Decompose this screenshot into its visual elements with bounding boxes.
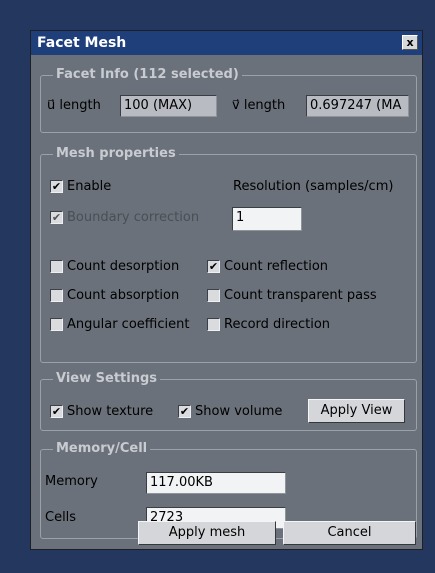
u-length-label: u⃗ length	[47, 98, 101, 113]
apply-view-button[interactable]: Apply View	[308, 399, 405, 423]
count-absorption-label: Count absorption	[67, 288, 180, 303]
angular-coefficient-checkbox[interactable]: Angular coefficient	[50, 317, 189, 332]
resolution-label: Resolution (samples/cm)	[233, 179, 394, 194]
count-desorption-box	[50, 260, 63, 273]
show-volume-checkbox[interactable]: ✔ Show volume	[178, 404, 282, 419]
mesh-properties-group: Mesh properties ✔ Enable Resolution (sam…	[40, 145, 417, 363]
count-transparent-label: Count transparent pass	[224, 288, 377, 303]
show-texture-checkmark: ✔	[50, 405, 63, 418]
enable-label: Enable	[67, 179, 112, 194]
view-settings-group: View Settings ✔ Show texture ✔ Show volu…	[40, 370, 417, 431]
angular-coefficient-label: Angular coefficient	[67, 317, 190, 332]
boundary-correction-checkbox[interactable]: ✔ Boundary correction	[50, 210, 199, 225]
title-bar[interactable]: Facet Mesh x	[31, 31, 422, 55]
enable-checkbox[interactable]: ✔ Enable	[50, 179, 111, 194]
v-length-field[interactable]: 0.697247 (MA	[306, 95, 409, 117]
view-settings-title: View Settings	[53, 370, 161, 388]
facet-info-title: Facet Info (112 selected)	[53, 66, 242, 84]
count-reflection-checkmark: ✔	[207, 260, 220, 273]
memory-field[interactable]: 117.00KB	[146, 472, 286, 494]
count-reflection-label: Count reflection	[224, 259, 329, 274]
count-transparent-box	[207, 289, 220, 302]
u-length-field[interactable]: 100 (MAX)	[120, 95, 217, 117]
resolution-input[interactable]: 1	[232, 207, 302, 231]
count-reflection-checkbox[interactable]: ✔ Count reflection	[207, 259, 328, 274]
show-texture-checkbox[interactable]: ✔ Show texture	[50, 404, 153, 419]
record-direction-box	[207, 318, 220, 331]
show-texture-label: Show texture	[67, 404, 154, 419]
count-absorption-box	[50, 289, 63, 302]
memory-cell-title: Memory/Cell	[53, 440, 151, 458]
boundary-correction-label: Boundary correction	[67, 210, 200, 225]
show-volume-label: Show volume	[195, 404, 283, 419]
memory-label: Memory	[45, 474, 98, 489]
count-absorption-checkbox[interactable]: Count absorption	[50, 288, 179, 303]
record-direction-checkbox[interactable]: Record direction	[207, 317, 330, 332]
count-transparent-checkbox[interactable]: Count transparent pass	[207, 288, 377, 303]
v-length-label: v⃗ length	[232, 98, 286, 113]
mesh-properties-title: Mesh properties	[53, 145, 179, 163]
facet-info-group: Facet Info (112 selected) u⃗ length 100 …	[40, 66, 417, 133]
count-desorption-label: Count desorption	[67, 259, 180, 274]
cells-label: Cells	[45, 510, 77, 525]
cancel-button[interactable]: Cancel	[283, 521, 416, 545]
angular-coefficient-box	[50, 318, 63, 331]
apply-mesh-button[interactable]: Apply mesh	[138, 521, 276, 545]
enable-checkmark: ✔	[50, 180, 63, 193]
show-volume-checkmark: ✔	[178, 405, 191, 418]
boundary-correction-checkmark: ✔	[50, 211, 63, 224]
record-direction-label: Record direction	[224, 317, 331, 332]
facet-mesh-window: Facet Mesh x Facet Info (112 selected) u…	[30, 30, 423, 550]
count-desorption-checkbox[interactable]: Count desorption	[50, 259, 179, 274]
close-button[interactable]: x	[402, 35, 418, 50]
window-title: Facet Mesh	[37, 35, 127, 51]
